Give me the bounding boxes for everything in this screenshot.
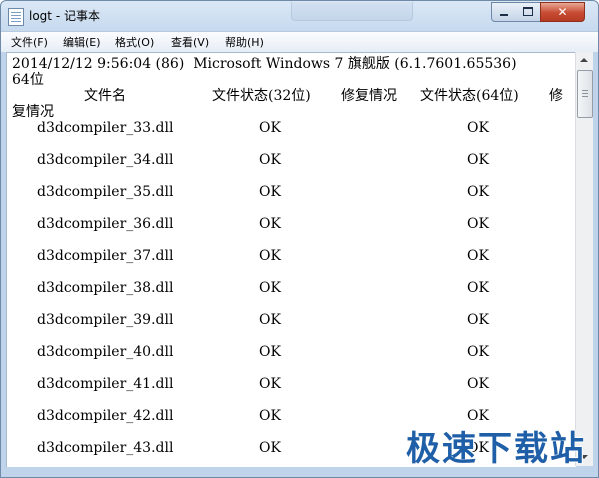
row-status32: OK bbox=[259, 120, 281, 136]
row-status32: OK bbox=[259, 408, 281, 424]
row-filename: d3dcompiler_38.dll bbox=[37, 280, 174, 296]
row-filename: d3dcompiler_42.dll bbox=[37, 408, 174, 424]
menu-help[interactable]: 帮助(H) bbox=[225, 34, 264, 50]
row-filename: d3dcompiler_40.dll bbox=[37, 344, 174, 360]
row-filename: d3dcompiler_39.dll bbox=[37, 312, 174, 328]
row-status64: OK bbox=[467, 216, 489, 232]
close-button[interactable]: ✕ bbox=[540, 2, 585, 22]
row-status32: OK bbox=[259, 344, 281, 360]
minimize-button[interactable] bbox=[491, 2, 517, 22]
row-status64: OK bbox=[467, 120, 489, 136]
scroll-thumb[interactable] bbox=[577, 70, 593, 118]
row-status32: OK bbox=[259, 280, 281, 296]
row-status64: OK bbox=[467, 152, 489, 168]
row-filename: d3dcompiler_41.dll bbox=[37, 376, 174, 392]
minimize-icon bbox=[500, 14, 508, 16]
row-status32: OK bbox=[259, 216, 281, 232]
row-filename: d3dcompiler_34.dll bbox=[37, 152, 174, 168]
window-title: logt - 记事本 bbox=[29, 9, 100, 23]
column-header-fix64: 修 bbox=[549, 88, 563, 104]
row-status64: OK bbox=[467, 248, 489, 264]
notepad-icon[interactable] bbox=[8, 8, 24, 26]
column-header-status32: 文件状态(32位) bbox=[212, 88, 311, 104]
scroll-up-arrow-icon bbox=[580, 58, 588, 62]
row-status32: OK bbox=[259, 440, 281, 456]
header-line-wrap: 64位 bbox=[12, 72, 44, 88]
row-status32: OK bbox=[259, 312, 281, 328]
menu-bar: 文件(F) 编辑(E) 格式(O) 查看(V) 帮助(H) bbox=[1, 31, 598, 52]
row-status32: OK bbox=[259, 248, 281, 264]
menu-file[interactable]: 文件(F) bbox=[11, 34, 48, 50]
menu-view[interactable]: 查看(V) bbox=[171, 34, 209, 50]
maximize-icon bbox=[523, 7, 533, 16]
text-editor-area[interactable]: 2014/12/12 9:56:04 (86) Microsoft Window… bbox=[6, 52, 576, 467]
notepad-window: logt - 记事本 ✕ 文件(F) 编辑(E) 格式(O) 查看(V) 帮助(… bbox=[0, 0, 599, 478]
menu-format[interactable]: 格式(O) bbox=[115, 34, 154, 50]
close-icon: ✕ bbox=[557, 5, 568, 19]
row-status64: OK bbox=[467, 184, 489, 200]
column-header-status64: 文件状态(64位) bbox=[420, 88, 519, 104]
scroll-up-button[interactable] bbox=[576, 52, 593, 69]
ghost-taskbar-tab bbox=[291, 2, 413, 21]
row-status64: OK bbox=[467, 344, 489, 360]
row-filename: d3dcompiler_35.dll bbox=[37, 184, 174, 200]
column-header-filename: 文件名 bbox=[84, 88, 126, 104]
row-status64: OK bbox=[467, 312, 489, 328]
row-filename: d3dcompiler_33.dll bbox=[37, 120, 174, 136]
watermark-logo: 极速下载站 bbox=[406, 429, 586, 469]
row-status64: OK bbox=[467, 376, 489, 392]
row-filename: d3dcompiler_37.dll bbox=[37, 248, 174, 264]
vertical-scrollbar[interactable] bbox=[575, 52, 593, 466]
row-status32: OK bbox=[259, 376, 281, 392]
menu-edit[interactable]: 编辑(E) bbox=[63, 34, 101, 50]
row-filename: d3dcompiler_36.dll bbox=[37, 216, 174, 232]
row-status32: OK bbox=[259, 184, 281, 200]
row-filename: d3dcompiler_43.dll bbox=[37, 440, 174, 456]
header-line: 2014/12/12 9:56:04 (86) Microsoft Window… bbox=[12, 56, 517, 72]
title-bar[interactable]: logt - 记事本 ✕ bbox=[1, 1, 598, 31]
column-header-fix64-wrap: 复情况 bbox=[12, 104, 54, 120]
row-status32: OK bbox=[259, 152, 281, 168]
column-header-fix32: 修复情况 bbox=[341, 88, 397, 104]
row-status64: OK bbox=[467, 280, 489, 296]
maximize-button[interactable] bbox=[516, 2, 541, 22]
